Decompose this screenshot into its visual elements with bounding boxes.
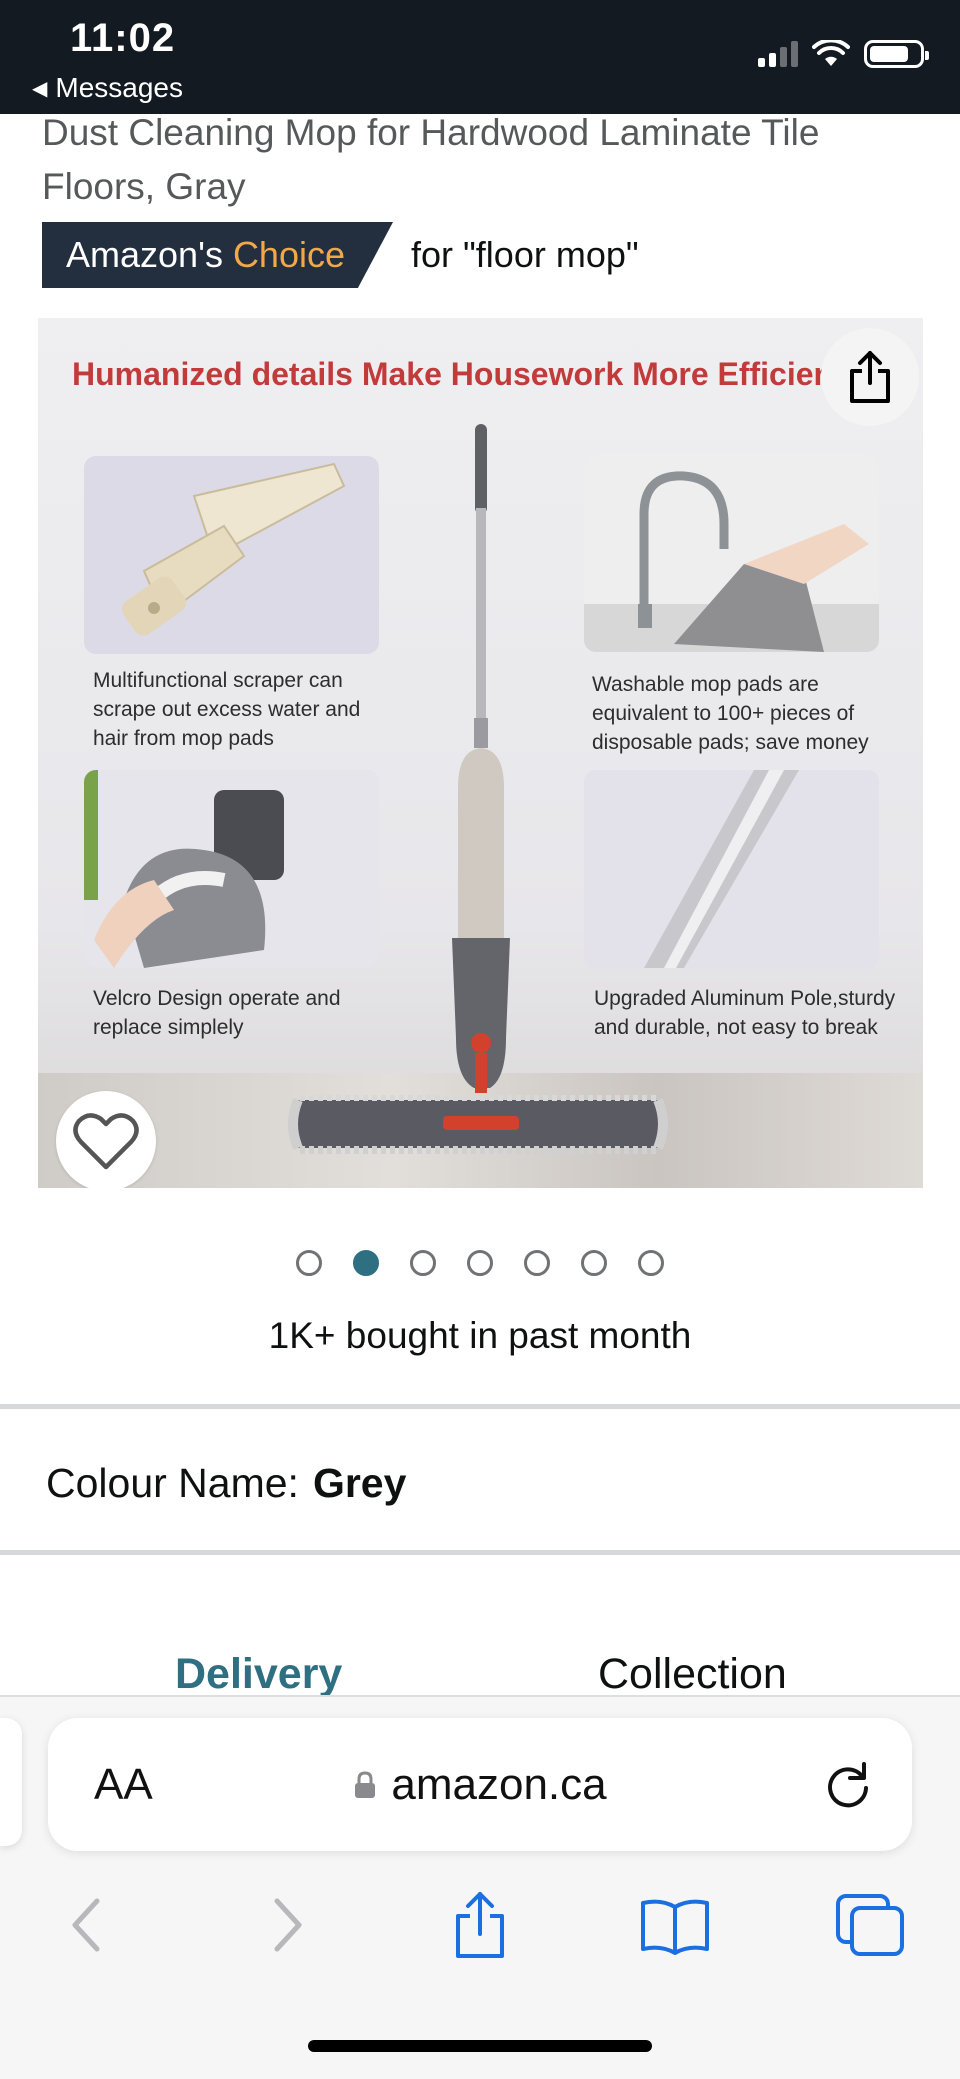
forward-button[interactable] xyxy=(242,1880,332,1970)
colour-label: Colour Name: xyxy=(46,1460,299,1506)
tabs-button[interactable] xyxy=(825,1880,915,1970)
carousel-dot[interactable] xyxy=(638,1250,664,1276)
tabs-icon xyxy=(836,1894,904,1956)
back-label: Messages xyxy=(55,72,184,103)
back-triangle-icon: ◀ xyxy=(32,77,48,100)
fulfilment-tabs: Delivery Collection xyxy=(0,1650,960,1700)
carousel-dot[interactable] xyxy=(296,1250,322,1276)
back-arrow-icon xyxy=(72,1898,100,1952)
wifi-icon xyxy=(812,40,850,66)
carousel-dot[interactable] xyxy=(524,1250,550,1276)
reload-button[interactable] xyxy=(822,1758,874,1810)
address-bar[interactable]: AA amazon.ca xyxy=(48,1718,912,1851)
carousel-dot[interactable] xyxy=(410,1250,436,1276)
share-icon xyxy=(850,351,890,403)
reload-icon xyxy=(828,1762,868,1808)
bookmarks-icon xyxy=(641,1899,709,1955)
mop-illustration xyxy=(288,424,668,1154)
lock-icon xyxy=(355,1770,376,1798)
colour-value: Grey xyxy=(312,1460,407,1506)
bought-count: 1K+ bought in past month xyxy=(268,1315,692,1356)
choice-label: Amazon's Choice xyxy=(42,222,393,288)
amazons-choice-badge[interactable]: Amazon's Choice for "floor mop" xyxy=(42,222,639,288)
choice-word: Choice xyxy=(232,234,345,275)
choice-keyword: for "floor mop" xyxy=(411,234,639,275)
back-button[interactable] xyxy=(42,1880,132,1970)
carousel-dot[interactable] xyxy=(353,1250,379,1276)
carousel-dot[interactable] xyxy=(467,1250,493,1276)
heart-icon xyxy=(73,1113,139,1170)
cellular-signal-icon xyxy=(758,41,798,67)
carousel-dots xyxy=(0,1250,960,1276)
url-text: amazon.ca xyxy=(391,1759,607,1809)
tab-collection[interactable]: Collection xyxy=(598,1650,787,1699)
divider xyxy=(0,1550,960,1555)
battery-icon xyxy=(864,40,929,68)
product-title[interactable]: Dust Cleaning Mop for Hardwood Laminate … xyxy=(42,106,922,214)
divider xyxy=(0,1404,960,1409)
status-icons xyxy=(758,40,929,68)
status-bar: 11:02 ◀ Messages xyxy=(0,0,960,114)
home-indicator[interactable] xyxy=(308,2040,652,2052)
status-time: 11:02 xyxy=(70,16,176,60)
share-button[interactable] xyxy=(821,328,919,426)
colour-row: Colour Name: Grey xyxy=(46,1460,406,1507)
previous-tab-peek[interactable] xyxy=(0,1718,22,1846)
bookmarks-button[interactable] xyxy=(630,1880,720,1970)
browser-nav-toolbar xyxy=(0,1880,960,1970)
share-page-button[interactable] xyxy=(435,1880,525,1970)
wishlist-button[interactable] xyxy=(56,1091,156,1188)
product-image[interactable]: Humanized details Make Housework More Ef… xyxy=(38,318,923,1188)
url-area[interactable]: amazon.ca xyxy=(48,1718,912,1851)
share-icon xyxy=(456,1892,504,1958)
back-to-messages-link[interactable]: ◀ Messages xyxy=(32,72,183,104)
forward-arrow-icon xyxy=(274,1898,302,1952)
choice-prefix: Amazon's xyxy=(66,234,223,275)
tab-delivery[interactable]: Delivery xyxy=(175,1650,342,1699)
carousel-dot[interactable] xyxy=(581,1250,607,1276)
